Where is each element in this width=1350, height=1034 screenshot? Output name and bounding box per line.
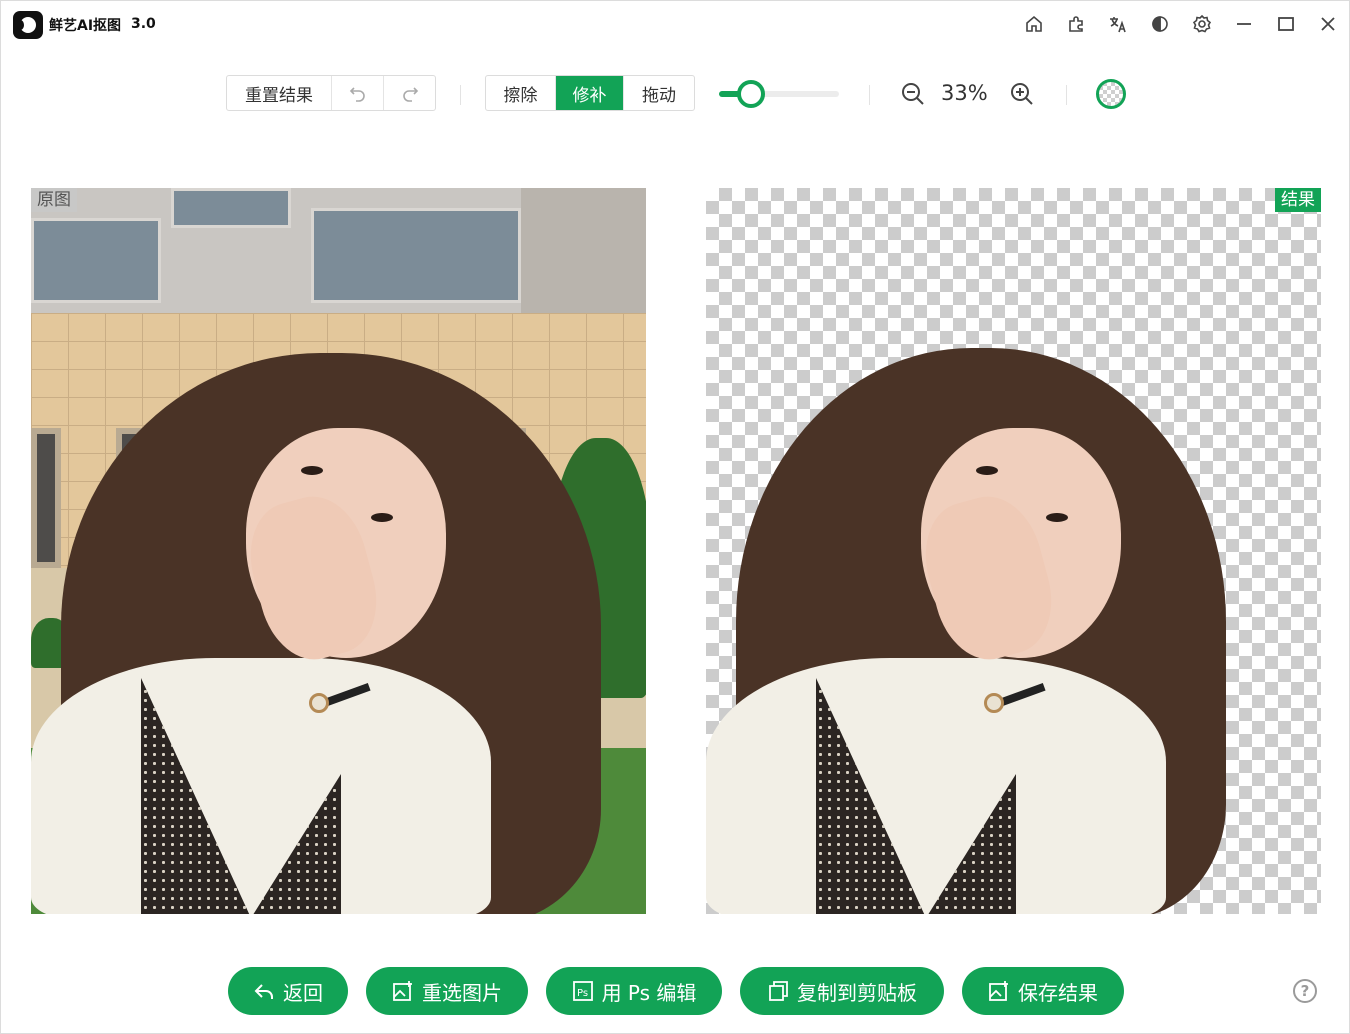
history-group: 重置结果 (226, 75, 436, 111)
theme-contrast-icon[interactable] (1139, 3, 1181, 45)
image-save-icon (989, 981, 1008, 1001)
close-icon[interactable] (1307, 3, 1349, 45)
zoom-level: 33% (941, 81, 988, 105)
svg-text:Ps: Ps (577, 988, 588, 999)
zoom-in-icon[interactable] (1009, 81, 1035, 107)
app-title: 鲜艺AI抠图 (49, 18, 122, 34)
edit-in-ps-label: 用 Ps 编辑 (601, 980, 697, 1005)
app-version: 3.0 (131, 16, 156, 32)
photoshop-icon: Ps (572, 981, 593, 1001)
titlebar-icons (1013, 1, 1349, 47)
background-toggle-icon[interactable] (1096, 79, 1126, 109)
toolbar-divider (1066, 85, 1067, 105)
title-bar: 鲜艺AI抠图 3.0 (1, 1, 1349, 47)
app-logo-icon (13, 11, 43, 39)
reselect-label: 重选图片 (422, 980, 502, 1005)
app-window: 鲜艺AI抠图 3.0 重置结果 擦除 修补 拖动 33% 原图 结果 返回 重选… (0, 0, 1350, 1034)
toolbar-divider (460, 85, 461, 105)
result-tag: 结果 (1275, 188, 1321, 212)
back-button[interactable]: 返回 (228, 967, 348, 1015)
help-icon[interactable]: ? (1293, 979, 1317, 1003)
translate-icon[interactable] (1097, 3, 1139, 45)
original-image-panel[interactable]: 原图 (31, 188, 646, 914)
edit-in-ps-button[interactable]: Ps 用 Ps 编辑 (546, 967, 722, 1015)
undo-button[interactable] (332, 76, 384, 110)
mode-group: 擦除 修补 拖动 (485, 75, 695, 111)
original-photo (31, 188, 646, 914)
maximize-icon[interactable] (1265, 3, 1307, 45)
reselect-image-button[interactable]: 重选图片 (366, 967, 528, 1015)
image-add-icon (393, 981, 412, 1001)
brush-size-slider[interactable] (719, 80, 839, 108)
slider-knob[interactable] (737, 80, 766, 108)
save-result-button[interactable]: 保存结果 (962, 967, 1124, 1015)
result-image-panel[interactable]: 结果 (706, 188, 1321, 914)
mode-erase-button[interactable]: 擦除 (486, 76, 556, 110)
back-label: 返回 (283, 980, 323, 1005)
original-tag: 原图 (31, 188, 77, 212)
result-cutout (706, 188, 1321, 914)
zoom-out-icon[interactable] (900, 81, 926, 107)
reset-result-button[interactable]: 重置结果 (227, 76, 332, 110)
redo-icon (402, 87, 418, 102)
toolbar-divider (869, 85, 870, 105)
back-arrow-icon (254, 984, 273, 999)
action-bar: 返回 重选图片 Ps 用 Ps 编辑 复制到剪贴板 保存结果 (1, 967, 1349, 1017)
minimize-icon[interactable] (1223, 3, 1265, 45)
home-icon[interactable] (1013, 3, 1055, 45)
save-label: 保存结果 (1018, 980, 1098, 1005)
undo-icon (349, 87, 365, 102)
copy-to-clipboard-button[interactable]: 复制到剪贴板 (740, 967, 944, 1015)
settings-icon[interactable] (1181, 3, 1223, 45)
edit-toolbar: 重置结果 擦除 修补 拖动 33% (1, 75, 1349, 113)
redo-button[interactable] (384, 76, 435, 110)
plugin-icon[interactable] (1055, 3, 1097, 45)
copy-label: 复制到剪贴板 (797, 980, 917, 1005)
mode-repair-button[interactable]: 修补 (556, 76, 624, 110)
mode-drag-button[interactable]: 拖动 (624, 76, 694, 110)
copy-icon (769, 981, 788, 1001)
